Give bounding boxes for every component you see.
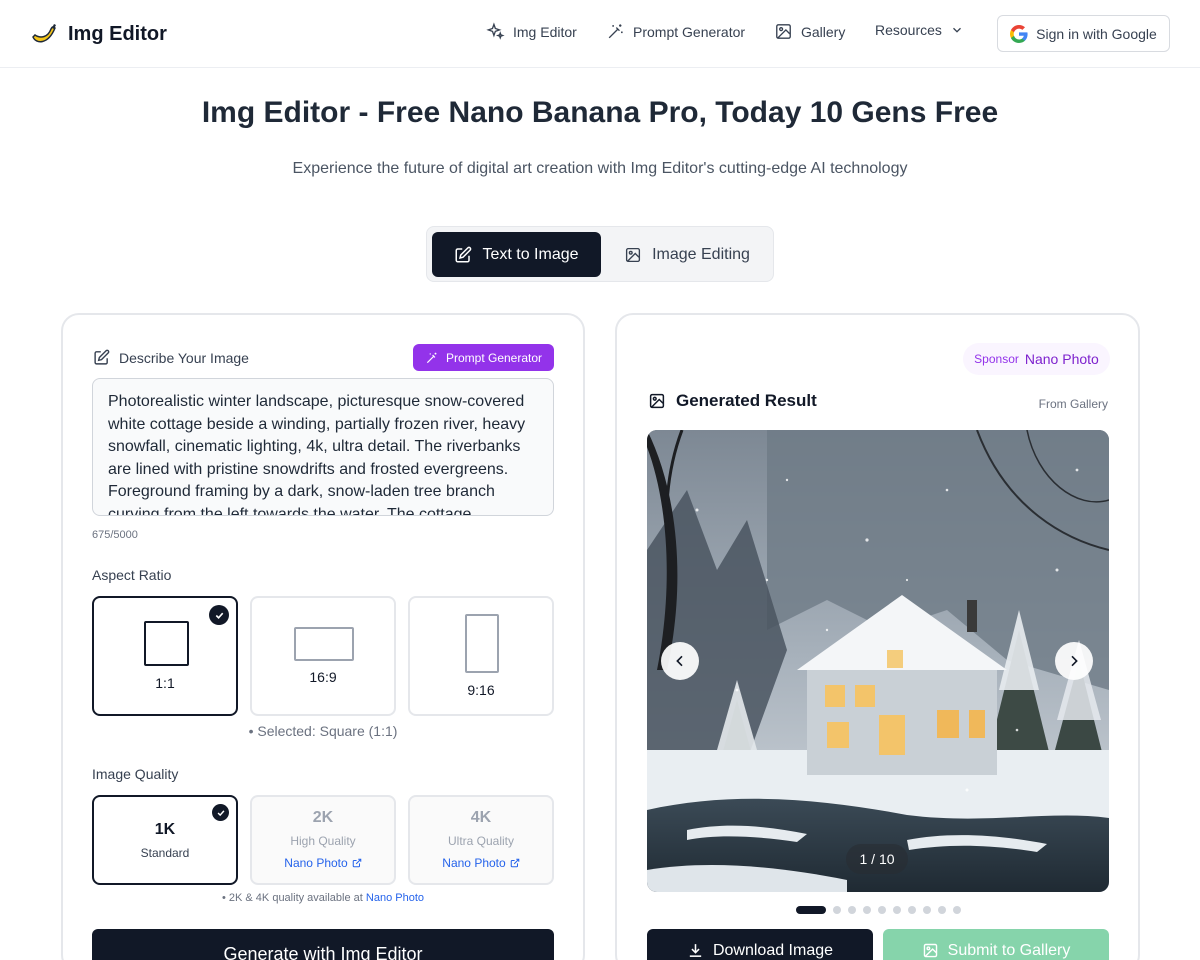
- external-link-icon: [352, 858, 361, 868]
- image-counter: 1 / 10: [846, 844, 908, 874]
- image-icon: [649, 393, 665, 409]
- nano-photo-link[interactable]: Nano Photo: [252, 856, 394, 870]
- mode-tabs: Text to Image Image Editing: [426, 226, 774, 282]
- quality-subtitle: Ultra Quality: [447, 834, 515, 848]
- image-icon: [923, 943, 937, 958]
- download-icon: [689, 944, 702, 957]
- carousel-dot[interactable]: [847, 906, 856, 914]
- aspect-option-label: 16:9: [309, 669, 337, 685]
- nav-label: Resources: [875, 22, 942, 38]
- image-icon: [776, 24, 791, 39]
- chevron-down-icon: [952, 27, 961, 33]
- from-gallery-label: From Gallery: [1038, 397, 1108, 411]
- tab-text-to-image[interactable]: Text to Image: [432, 232, 601, 277]
- site-header: Img Editor Img Editor Prompt Generator G…: [0, 0, 1200, 68]
- page-subtitle: Experience the future of digital art cre…: [292, 160, 908, 177]
- quality-title: 2K: [312, 809, 334, 826]
- sign-in-label: Sign in with Google: [1036, 25, 1157, 42]
- carousel-dot[interactable]: [795, 906, 826, 914]
- generated-image: 1 / 10: [647, 430, 1109, 892]
- chevron-right-icon: [1071, 655, 1078, 667]
- check-icon: [209, 605, 229, 625]
- quality-note: • 2K & 4K quality available at Nano Phot…: [222, 892, 424, 904]
- quality-title: 4K: [470, 809, 492, 826]
- previous-image-button[interactable]: [661, 642, 699, 680]
- carousel-dot[interactable]: [937, 906, 946, 914]
- submit-to-gallery-button[interactable]: Submit to Gallery: [883, 929, 1109, 960]
- aspect-option-1-1[interactable]: 1:1: [92, 596, 238, 716]
- carousel-dots: [617, 906, 1139, 914]
- carousel-dot[interactable]: [907, 906, 916, 914]
- aspect-option-16-9[interactable]: 16:9: [250, 596, 396, 716]
- result-title: Generated Result: [648, 391, 817, 411]
- image-icon: [626, 247, 641, 262]
- carousel-dot[interactable]: [877, 906, 886, 914]
- quality-title: 1K: [154, 821, 176, 838]
- nav-label: Prompt Generator: [633, 23, 746, 40]
- winter-cottage-image: [647, 430, 1109, 892]
- aspect-selected-note: • Selected: Square (1:1): [248, 723, 398, 739]
- carousel-dot[interactable]: [922, 906, 931, 914]
- nav-img-editor[interactable]: Img Editor: [486, 22, 577, 41]
- check-icon: [212, 804, 229, 821]
- edit-icon: [455, 246, 472, 262]
- square-ratio-icon: [144, 621, 189, 666]
- aspect-ratio-label: Aspect Ratio: [92, 567, 172, 583]
- tab-image-editing[interactable]: Image Editing: [607, 232, 767, 277]
- brand-logo[interactable]: Img Editor: [30, 20, 167, 48]
- nav-prompt-generator[interactable]: Prompt Generator: [606, 22, 745, 41]
- brand-title: Img Editor: [68, 22, 167, 45]
- sponsor-tag: Sponsor: [974, 352, 1019, 366]
- quality-option-1k[interactable]: 1K Standard: [92, 795, 238, 885]
- external-link-icon: [510, 858, 519, 868]
- nav-gallery[interactable]: Gallery: [774, 22, 845, 41]
- page-title: Img Editor - Free Nano Banana Pro, Today…: [201, 96, 999, 129]
- nano-photo-link[interactable]: Nano Photo: [410, 856, 552, 870]
- tab-label: Image Editing: [652, 245, 750, 263]
- magic-wand-icon: [426, 352, 437, 363]
- landscape-ratio-icon: [294, 627, 354, 661]
- aspect-option-label: 1:1: [155, 675, 175, 691]
- sponsor-name: Nano Photo: [1024, 351, 1099, 367]
- sparkles-icon: [486, 22, 505, 40]
- sponsor-badge[interactable]: Sponsor Nano Photo: [963, 343, 1110, 375]
- nav-resources[interactable]: Resources: [875, 22, 964, 38]
- tab-label: Text to Image: [482, 245, 579, 263]
- generator-panel: Describe Your Image Prompt Generator Pho…: [61, 313, 585, 960]
- carousel-dot[interactable]: [892, 906, 901, 914]
- nav-label: Gallery: [801, 23, 846, 40]
- char-counter: 675/5000: [92, 529, 138, 541]
- quality-option-4k[interactable]: 4K Ultra Quality Nano Photo: [408, 795, 554, 885]
- quality-note-link[interactable]: Nano Photo: [366, 892, 424, 904]
- quality-option-2k[interactable]: 2K High Quality Nano Photo: [250, 795, 396, 885]
- quality-subtitle: High Quality: [290, 834, 356, 848]
- carousel-dot[interactable]: [832, 906, 841, 914]
- prompt-generator-button[interactable]: Prompt Generator: [413, 344, 554, 371]
- chevron-left-icon: [676, 655, 683, 667]
- aspect-option-9-16[interactable]: 9:16: [408, 596, 554, 716]
- nav-label: Img Editor: [513, 23, 577, 40]
- result-panel: Sponsor Nano Photo Generated Result From…: [615, 313, 1140, 960]
- aspect-option-label: 9:16: [467, 682, 495, 698]
- banana-icon: [32, 24, 56, 43]
- next-image-button[interactable]: [1055, 642, 1093, 680]
- edit-icon: [94, 349, 110, 365]
- portrait-ratio-icon: [465, 614, 499, 673]
- download-image-button[interactable]: Download Image: [647, 929, 873, 960]
- sign-in-google-button[interactable]: Sign in with Google: [997, 15, 1170, 52]
- carousel-dot[interactable]: [862, 906, 871, 914]
- carousel-dot[interactable]: [952, 906, 961, 914]
- describe-label: Describe Your Image: [93, 349, 249, 366]
- prompt-textarea[interactable]: Photorealistic winter landscape, picture…: [92, 378, 554, 516]
- google-icon: [1010, 24, 1028, 43]
- quality-subtitle: Standard: [140, 846, 190, 860]
- magic-wand-icon: [608, 24, 623, 39]
- generate-button[interactable]: Generate with Img Editor: [92, 929, 554, 960]
- image-quality-label: Image Quality: [92, 766, 179, 782]
